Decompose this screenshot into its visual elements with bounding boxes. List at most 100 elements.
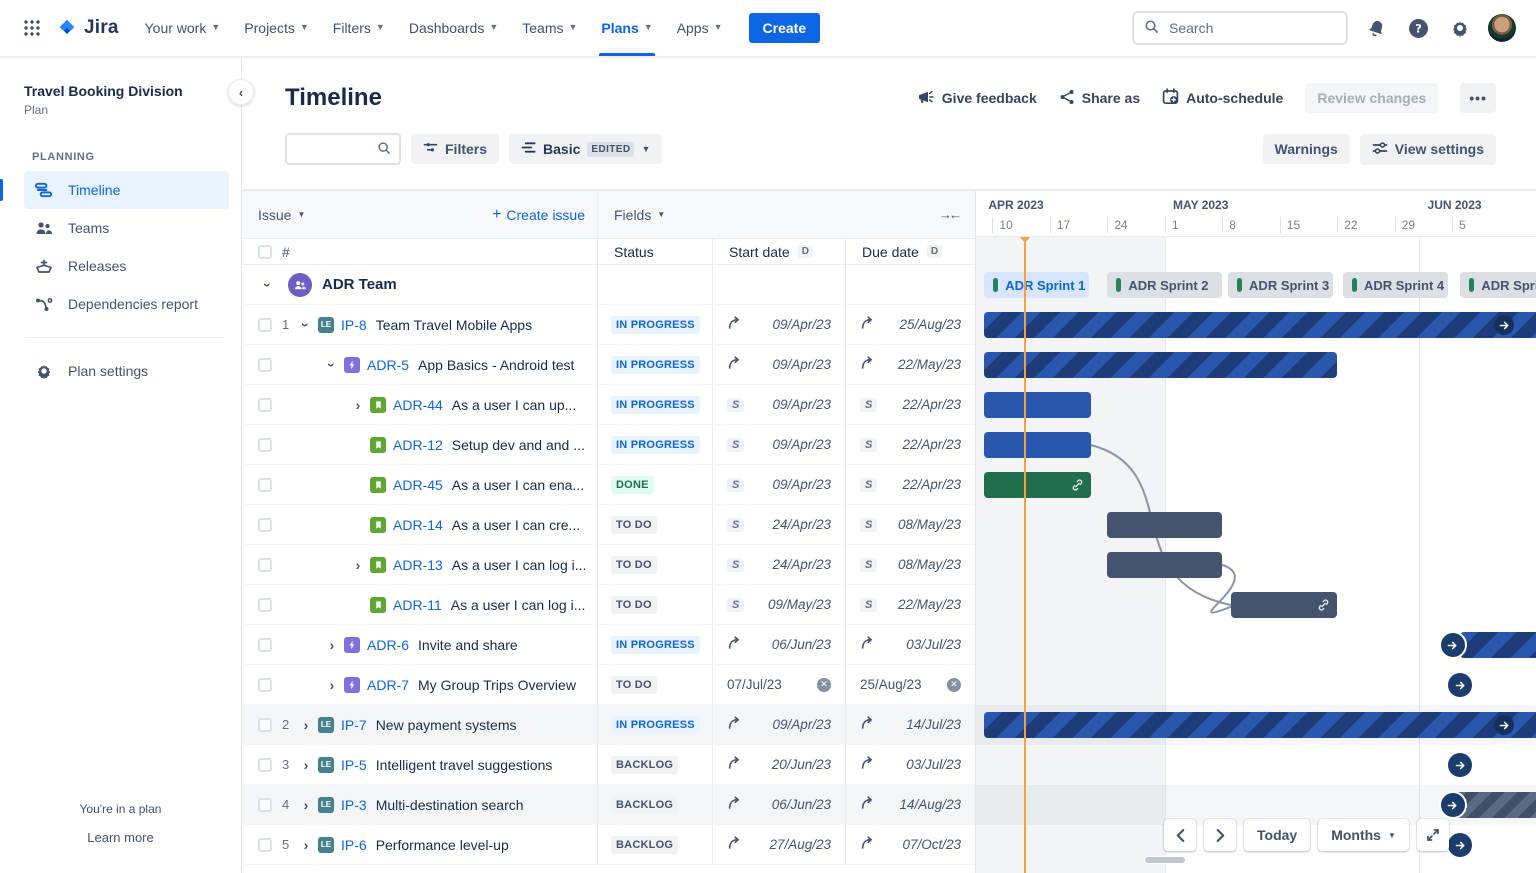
issue-key[interactable]: IP-3 [341,797,367,813]
issue-key[interactable]: ADR-13 [393,557,443,573]
sidebar-item-dependencies-report[interactable]: Dependencies report [24,285,229,323]
range-selector-button[interactable]: Months ▼ [1318,819,1409,851]
settings-gear-icon[interactable] [1446,14,1474,42]
issue-row-adr-45[interactable]: ADR-45 As a user I can ena... DONE S 09/Apr/… [242,465,975,505]
issue-summary[interactable]: Performance level-up [376,837,519,853]
gantt-bar-adr-13[interactable] [1107,552,1223,578]
create-issue-button[interactable]: + Create issue [492,206,585,224]
issue-row-ip-7[interactable]: 2 › LE IP-7 New payment systems IN PROGRESS 09… [242,705,975,745]
chevron-down-icon[interactable]: ▼ [297,210,305,219]
share-as-button[interactable]: Share as [1059,89,1140,108]
chevron-right-icon[interactable]: › [296,717,316,733]
global-search[interactable] [1132,11,1348,45]
team-row[interactable]: › ADR Team [242,265,975,305]
row-checkbox[interactable] [258,557,272,572]
offscreen-bar-indicator-adr-6[interactable] [1440,633,1465,657]
sidebar-item-plan-settings[interactable]: Plan settings [24,352,229,390]
learn-more-link[interactable]: Learn more [16,830,225,845]
nav-item-plans[interactable]: Plans ▼ [589,0,664,56]
review-changes-button[interactable]: Review changes [1305,83,1439,113]
issue-summary[interactable]: Multi-destination search [376,797,534,813]
row-checkbox[interactable] [258,317,272,332]
row-checkbox[interactable] [258,717,272,732]
gantt-bar-ip-7[interactable] [984,712,1536,738]
status-badge[interactable]: TO DO [611,595,657,614]
chevron-down-icon[interactable]: › [260,275,276,295]
issue-row-adr-14[interactable]: ADR-14 As a user I can cre... TO DO S 24/Apr… [242,505,975,545]
clear-date-icon[interactable]: ✕ [817,677,831,692]
nav-item-your-work[interactable]: Your work ▼ [133,0,233,56]
issue-row-ip-6[interactable]: 5 › LE IP-6 Performance level-up BACKLOG 27/Au… [242,825,975,865]
chevron-right-icon[interactable]: › [322,637,342,653]
sidebar-item-teams[interactable]: Teams [24,209,229,247]
status-badge[interactable]: DONE [611,475,654,494]
fullscreen-button[interactable] [1416,819,1449,851]
view-selector-button[interactable]: Basic EDITED ▼ [509,134,663,164]
issue-row-adr-13[interactable]: › ADR-13 As a user I can log i... TO DO S 24/… [242,545,975,585]
issue-summary[interactable]: Invite and share [418,637,528,653]
issue-key[interactable]: ADR-5 [367,357,409,373]
issue-key[interactable]: ADR-6 [367,637,409,653]
chevron-down-icon[interactable]: ▼ [657,210,665,219]
sidebar-collapse-button[interactable]: ‹ [228,79,254,105]
nav-item-filters[interactable]: Filters ▼ [321,0,397,56]
issue-row-adr-44[interactable]: › ADR-44 As a user I can up... IN PROGRESS S… [242,385,975,425]
issue-summary[interactable]: As a user I can up... [452,397,587,413]
app-switcher-icon[interactable] [16,12,48,44]
issue-summary[interactable]: As a user I can log i... [452,557,597,573]
global-search-input[interactable] [1167,19,1336,37]
issue-row-ip-8[interactable]: 1 › LE IP-8 Team Travel Mobile Apps IN PROGRE… [242,305,975,345]
issue-row-adr-5[interactable]: › ADR-5 App Basics - Android test IN PROGRE… [242,345,975,385]
clear-date-icon[interactable]: ✕ [947,677,961,692]
jira-logo[interactable]: Jira [56,17,119,39]
row-checkbox[interactable] [258,597,272,612]
status-badge[interactable]: IN PROGRESS [611,395,700,414]
sidebar-item-timeline[interactable]: Timeline [0,171,229,209]
status-badge[interactable]: BACKLOG [611,755,679,774]
gantt-bar-ip-3[interactable] [1453,792,1536,818]
chevron-right-icon[interactable]: › [322,677,342,693]
status-badge[interactable]: IN PROGRESS [611,355,700,374]
status-badge[interactable]: TO DO [611,515,657,534]
issue-key[interactable]: IP-5 [341,757,367,773]
scroll-left-button[interactable] [1164,819,1196,851]
status-badge[interactable]: BACKLOG [611,835,679,854]
gantt-bar-adr-5[interactable] [984,352,1338,378]
offscreen-bar-indicator-ip-6[interactable] [1448,833,1473,857]
issue-key[interactable]: IP-8 [341,317,367,333]
timeline-search[interactable] [285,133,401,165]
status-badge[interactable]: TO DO [611,555,657,574]
nav-item-dashboards[interactable]: Dashboards ▼ [397,0,510,56]
status-badge[interactable]: TO DO [611,675,657,694]
notifications-bell-icon[interactable] [1362,14,1390,42]
issue-row-ip-5[interactable]: 3 › LE IP-5 Intelligent travel suggestions BA… [242,745,975,785]
view-settings-button[interactable]: View settings [1359,133,1496,165]
nav-item-teams[interactable]: Teams ▼ [510,0,589,56]
chevron-right-icon[interactable]: › [296,797,316,813]
issue-summary[interactable]: Intelligent travel suggestions [376,757,563,773]
gantt-bar-adr-12[interactable] [984,432,1091,458]
gantt-bar-adr-44[interactable] [984,392,1091,418]
issue-row-adr-11[interactable]: ADR-11 As a user I can log i... TO DO S 09/M… [242,585,975,625]
more-actions-button[interactable]: ••• [1460,83,1496,113]
give-feedback-button[interactable]: Give feedback [917,89,1037,108]
chevron-right-icon[interactable]: › [348,397,368,413]
warnings-button[interactable]: Warnings [1262,134,1350,164]
issue-key[interactable]: IP-6 [341,837,367,853]
row-checkbox[interactable] [258,357,272,372]
row-checkbox[interactable] [258,517,272,532]
issue-summary[interactable]: As a user I can cre... [452,517,590,533]
offscreen-bar-indicator-ip-5[interactable] [1448,753,1473,777]
filters-button[interactable]: Filters [411,134,500,164]
gantt-bar-adr-45[interactable] [984,472,1091,498]
issue-row-ip-3[interactable]: 4 › LE IP-3 Multi-destination search BACKLOG 0… [242,785,975,825]
chevron-down-icon[interactable]: › [324,355,340,375]
nav-item-apps[interactable]: Apps ▼ [665,0,735,56]
issue-key[interactable]: ADR-7 [367,677,409,693]
chevron-right-icon[interactable]: › [296,757,316,773]
offscreen-bar-indicator-adr-7[interactable] [1448,673,1473,697]
row-checkbox[interactable] [258,677,272,692]
row-checkbox[interactable] [258,477,272,492]
select-all-checkbox[interactable] [258,244,272,259]
gantt-bar-adr-14[interactable] [1107,512,1223,538]
